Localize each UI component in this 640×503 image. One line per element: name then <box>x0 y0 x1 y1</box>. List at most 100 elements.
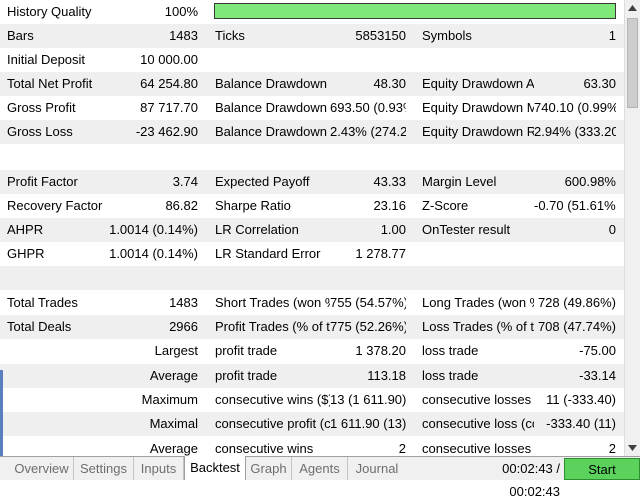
row-spacer <box>0 266 624 290</box>
expected-payoff-label: Expected Payoff <box>215 174 310 189</box>
equity-dd-abs-value: 63.30 <box>583 76 616 91</box>
row-history-quality: History Quality 100% <box>0 0 624 24</box>
loss-trades-value: 708 (47.74%) <box>537 319 616 334</box>
balance-dd-max-value: 693.50 (0.93%) <box>330 100 406 115</box>
expected-payoff-value: 43.33 <box>373 174 406 189</box>
largest-loss-label: loss trade <box>422 343 479 358</box>
ahpr-value: 1.0014 (0.14%) <box>109 222 198 237</box>
equity-dd-rel-label: Equity Drawdown R... <box>422 124 534 139</box>
tab-overview[interactable]: Overview <box>10 457 74 480</box>
sharpe-ratio-label: Sharpe Ratio <box>215 198 291 213</box>
total-deals-value: 2966 <box>169 319 198 334</box>
row-profit-factor: Profit Factor 3.74 Expected Payoff 43.33… <box>0 170 624 194</box>
margin-level-label: Margin Level <box>422 174 497 189</box>
long-trades-value: 728 (49.86%) <box>537 295 616 310</box>
maximal-consec-profit-label: consecutive profit (c... <box>215 416 330 431</box>
ticks-value: 5853150 <box>355 28 406 43</box>
gross-profit-value: 87 717.70 <box>140 100 198 115</box>
lr-standard-error-value: 1 278.77 <box>355 246 406 261</box>
z-score-value: -0.70 (51.61%) <box>534 198 616 213</box>
maximal-label: Maximal <box>149 416 198 431</box>
short-trades-value: 755 (54.57%) <box>330 295 406 310</box>
tester-tab-bar: Overview Settings Inputs Backtest Graph … <box>0 456 640 499</box>
bars-value: 1483 <box>169 28 198 43</box>
average-label: Average <box>149 368 198 383</box>
tab-backtest[interactable]: Backtest <box>184 456 246 480</box>
balance-dd-max-label: Balance Drawdown ... <box>215 100 330 115</box>
backtest-report: History Quality 100% Bars 1483 Ticks 585… <box>0 0 624 456</box>
maximum-label: Maximum <box>141 392 198 407</box>
tab-settings[interactable]: Settings <box>74 457 134 480</box>
recovery-factor-value: 86.82 <box>165 198 198 213</box>
profit-factor-value: 3.74 <box>172 174 198 189</box>
row-largest: Largest profit trade 1 378.20 loss trade… <box>0 339 624 363</box>
balance-dd-abs-value: 48.30 <box>373 76 406 91</box>
ontester-result-label: OnTester result <box>422 222 511 237</box>
sharpe-ratio-value: 23.16 <box>373 198 406 213</box>
avg-consec-losses-label: consecutive losses <box>422 441 532 456</box>
margin-level-value: 600.98% <box>564 174 616 189</box>
scroll-up-button[interactable] <box>625 0 640 16</box>
avg-consec-wins-value: 2 <box>398 441 406 456</box>
equity-dd-max-label: Equity Drawdown M... <box>422 100 534 115</box>
equity-dd-max-value: 740.10 (0.99%) <box>534 100 616 115</box>
scroll-down-button[interactable] <box>625 440 640 456</box>
left-panel-edge <box>0 370 3 456</box>
average-profit-label: profit trade <box>215 368 278 383</box>
balance-dd-abs-label: Balance Drawdown ... <box>215 76 330 91</box>
short-trades-label: Short Trades (won %) <box>215 295 330 310</box>
tab-graph[interactable]: Graph <box>246 457 292 480</box>
elapsed-timer: 00:02:43 / 00:02:43 <box>502 461 560 499</box>
maximal-consec-profit-value: 1 611.90 (13) <box>330 416 406 431</box>
max-consec-wins-label: consecutive wins ($) <box>215 392 330 407</box>
equity-dd-rel-value: 2.94% (333.20) <box>534 124 616 139</box>
row-average-consecutive: Average consecutive wins 2 consecutive l… <box>0 437 624 456</box>
row-maximum: Maximum consecutive wins ($) 13 (1 611.9… <box>0 388 624 412</box>
largest-profit-label: profit trade <box>215 343 278 358</box>
total-net-profit-value: 64 254.80 <box>140 76 198 91</box>
arrow-down-icon <box>628 445 637 451</box>
row-recovery-factor: Recovery Factor 86.82 Sharpe Ratio 23.16… <box>0 194 624 218</box>
average-consec-label: Average <box>149 441 198 456</box>
lr-correlation-label: LR Correlation <box>215 222 299 237</box>
profit-trades-label: Profit Trades (% of t... <box>215 319 330 334</box>
long-trades-label: Long Trades (won %) <box>422 295 534 310</box>
maximal-consec-loss-label: consecutive loss (co... <box>422 416 534 431</box>
max-consec-wins-value: 13 (1 611.90) <box>330 392 406 407</box>
avg-consec-wins-label: consecutive wins <box>215 441 314 456</box>
vertical-scrollbar[interactable] <box>624 0 640 456</box>
max-consec-losses-label: consecutive losses ($) <box>422 392 534 407</box>
tab-agents[interactable]: Agents <box>292 457 348 480</box>
row-average: Average profit trade 113.18 loss trade -… <box>0 364 624 388</box>
avg-consec-losses-value: 2 <box>608 441 616 456</box>
row-total-trades: Total Trades 1483 Short Trades (won %) 7… <box>0 291 624 315</box>
ghpr-value: 1.0014 (0.14%) <box>109 246 198 261</box>
tab-inputs[interactable]: Inputs <box>134 457 184 480</box>
lr-correlation-value: 1.00 <box>380 222 406 237</box>
scrollbar-thumb[interactable] <box>627 18 638 108</box>
ontester-result-value: 0 <box>608 222 616 237</box>
row-gross-profit: Gross Profit 87 717.70 Balance Drawdown … <box>0 96 624 120</box>
average-profit-value: 113.18 <box>367 368 406 383</box>
row-bars: Bars 1483 Ticks 5853150 Symbols 1 <box>0 24 624 48</box>
row-spacer <box>0 144 624 168</box>
equity-dd-abs-label: Equity Drawdown A... <box>422 76 534 91</box>
maximal-consec-loss-value: -333.40 (11) <box>546 416 616 431</box>
max-consec-losses-value: 11 (-333.40) <box>546 392 616 407</box>
arrow-up-icon <box>628 5 637 11</box>
gross-loss-value: -23 462.90 <box>135 124 198 139</box>
average-loss-label: loss trade <box>422 368 479 383</box>
balance-dd-rel-label: Balance Drawdown ... <box>215 124 330 139</box>
z-score-label: Z-Score <box>422 198 469 213</box>
loss-trades-label: Loss Trades (% of to... <box>422 319 534 334</box>
row-ghpr: GHPR 1.0014 (0.14%) LR Standard Error 1 … <box>0 242 624 266</box>
largest-profit-value: 1 378.20 <box>355 343 406 358</box>
row-total-deals: Total Deals 2966 Profit Trades (% of t..… <box>0 315 624 339</box>
row-ahpr: AHPR 1.0014 (0.14%) LR Correlation 1.00 … <box>0 218 624 242</box>
ticks-label: Ticks <box>215 28 245 43</box>
total-trades-value: 1483 <box>169 295 198 310</box>
tab-journal[interactable]: Journal <box>348 457 406 480</box>
start-button[interactable]: Start <box>564 458 640 480</box>
symbols-value: 1 <box>608 28 616 43</box>
row-maximal: Maximal consecutive profit (c... 1 611.9… <box>0 412 624 436</box>
